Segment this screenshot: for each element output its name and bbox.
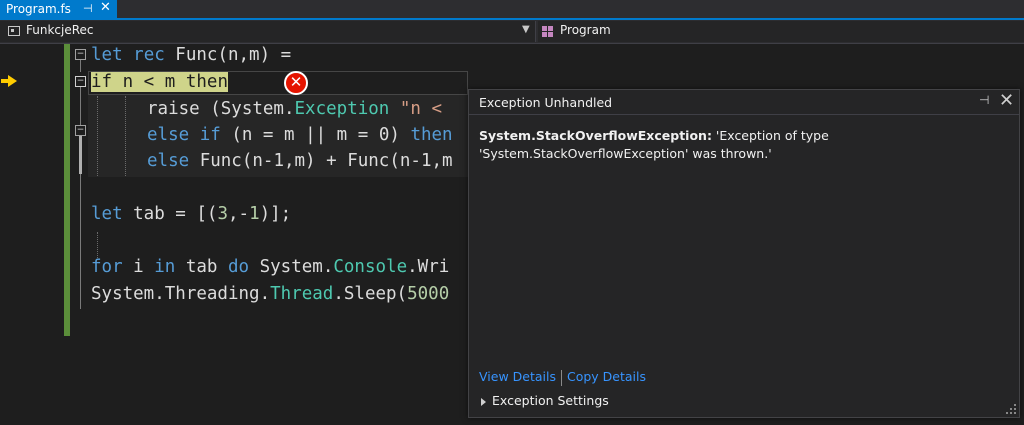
code-line-5: else Func(n-1,m) + Func(n-1,m: [147, 151, 453, 171]
view-details-link[interactable]: View Details: [479, 369, 556, 384]
exception-popup: Exception Unhandled ⊣ ✕ System.StackOver…: [468, 89, 1020, 418]
resize-grip-icon[interactable]: [1006, 404, 1016, 414]
module-dropdown-label: FunkcjeRec: [26, 23, 94, 37]
exception-title: Exception Unhandled: [479, 95, 613, 110]
indent-guide: [97, 232, 98, 260]
module-dropdown[interactable]: FunkcjeRec ▼: [0, 21, 536, 42]
fold-line: [80, 174, 81, 309]
class-icon: [542, 26, 554, 37]
code-line-2: if n < m then: [91, 72, 228, 92]
current-statement-highlight: if n < m then: [91, 72, 228, 92]
expand-triangle-icon: [481, 397, 486, 406]
tab-program-fs[interactable]: Program.fs ⊣ ✕: [0, 0, 117, 18]
chevron-down-icon: ▼: [522, 24, 530, 35]
document-tab-strip: Program.fs ⊣ ✕: [0, 0, 1024, 20]
collapse-icon[interactable]: −: [75, 125, 86, 136]
exception-type: System.StackOverflowException:: [479, 128, 712, 143]
module-icon: [8, 26, 20, 36]
exception-settings-expander[interactable]: Exception Settings: [481, 393, 609, 408]
code-line-4: else if (n = m || m = 0) then: [147, 125, 453, 145]
copy-details-link[interactable]: Copy Details: [567, 369, 646, 384]
exception-settings-label: Exception Settings: [492, 393, 609, 408]
fold-line: [79, 136, 82, 174]
exception-links: View Details Copy Details: [479, 369, 646, 386]
execution-arrow-icon: [1, 75, 17, 87]
navigation-bar: FunkcjeRec ▼ Program: [0, 20, 1024, 44]
close-icon[interactable]: ✕: [999, 90, 1014, 111]
pin-icon[interactable]: ⊣: [83, 0, 93, 18]
pin-icon[interactable]: ⊣: [979, 93, 989, 107]
code-line-7: for i in tab do System.Console.Wri: [91, 257, 450, 277]
exception-popup-header: Exception Unhandled ⊣ ✕: [469, 90, 1019, 115]
collapse-icon[interactable]: −: [75, 49, 86, 60]
indent-guide: [97, 96, 98, 176]
close-icon[interactable]: ✕: [100, 0, 111, 17]
link-separator: [560, 369, 562, 386]
code-line-6: let tab = [(3,-1)];: [91, 204, 292, 224]
error-icon[interactable]: ✕: [284, 71, 308, 95]
change-tracking-bar: [64, 44, 70, 336]
tab-title: Program.fs: [6, 2, 71, 16]
fold-line: [80, 87, 81, 125]
exception-message: System.StackOverflowException: 'Exceptio…: [479, 127, 1009, 163]
member-dropdown-label: Program: [560, 23, 611, 37]
indent-guide: [125, 96, 126, 176]
member-dropdown[interactable]: Program: [538, 21, 1024, 42]
collapse-icon[interactable]: −: [75, 76, 86, 87]
code-line-1: let rec Func(n,m) =: [91, 45, 292, 65]
code-line-8: System.Threading.Thread.Sleep(5000: [91, 284, 450, 304]
code-line-3: raise (System.Exception "n <: [147, 99, 443, 119]
fold-line: [80, 60, 81, 72]
